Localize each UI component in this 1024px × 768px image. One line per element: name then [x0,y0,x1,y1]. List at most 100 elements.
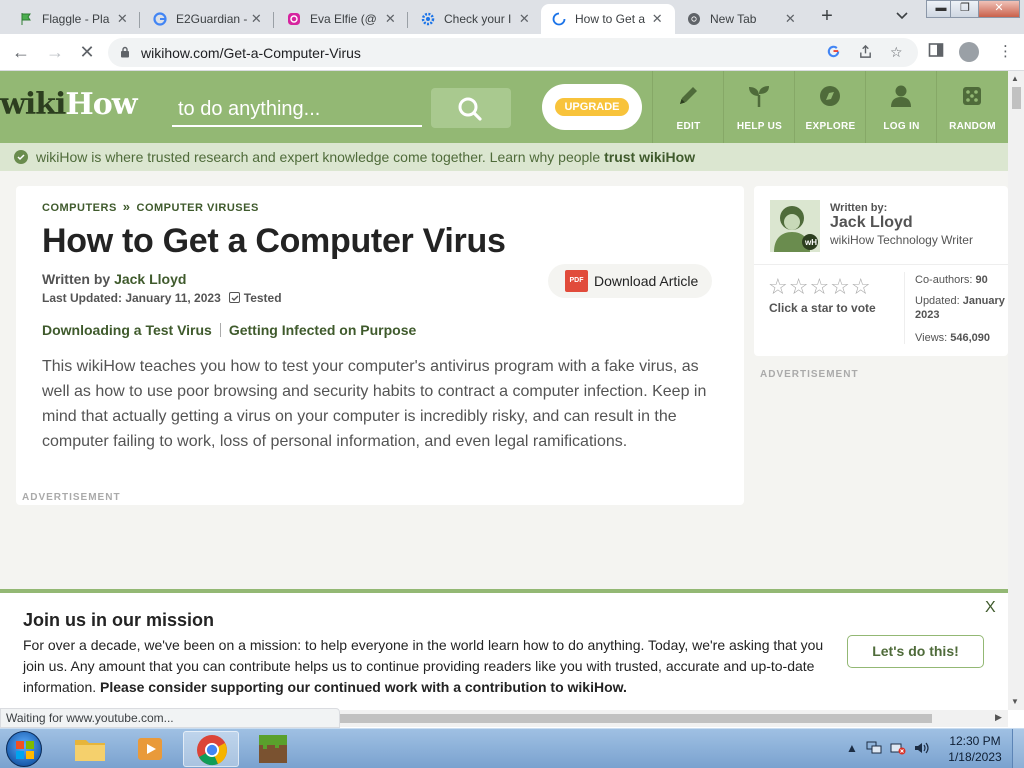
advertisement-label: ADVERTISEMENT [760,369,859,380]
breadcrumb-computers[interactable]: COMPUTERS [42,202,117,214]
article-stats: Co-authors: 90 Updated: January 2023 Vie… [915,273,1005,345]
close-icon[interactable]: ✕ [649,11,665,27]
chevron-down-icon[interactable] [896,9,908,23]
file-explorer-taskbar-icon[interactable] [62,731,118,767]
trust-link[interactable]: trust wikiHow [604,149,695,165]
close-icon[interactable]: ✕ [383,11,398,27]
tab-instagram[interactable]: Eva Elfie (@ ✕ [276,4,408,34]
tested-badge[interactable]: Tested [244,291,282,305]
nav-edit[interactable]: EDIT [652,71,723,143]
mission-body: For over a decade, we've been on a missi… [23,635,833,698]
tab-e2guardian[interactable]: E2Guardian - ✕ [142,4,274,34]
vote-label: Click a star to vote [769,301,876,315]
scroll-thumb[interactable] [1012,87,1021,109]
close-icon[interactable]: ✕ [517,11,532,27]
instagram-icon [286,11,302,27]
author-avatar[interactable]: wH [770,200,820,252]
search-button[interactable] [431,88,511,128]
browser-toolbar: ← → ✕ wikihow.com/Get-a-Computer-Virus ☆… [0,34,1024,71]
method-link-infected[interactable]: Getting Infected on Purpose [229,322,416,338]
article-intro: This wikiHow teaches you how to test you… [42,358,707,450]
compass-icon [820,86,840,106]
close-banner-button[interactable]: X [985,599,996,617]
checkmark-icon [14,150,28,164]
lock-icon[interactable] [120,46,130,58]
written-by-label: Written by [42,271,115,287]
tab-check[interactable]: Check your I ✕ [410,4,542,34]
author-name[interactable]: Jack Lloyd [830,214,913,232]
logo-how: How [65,87,137,122]
author-link[interactable]: Jack Lloyd [114,271,186,287]
written-by-label: Written by: [830,202,888,214]
chrome-taskbar-icon[interactable] [183,731,239,767]
volume-icon[interactable] [914,741,930,758]
system-clock[interactable]: 12:30 PM 1/18/2023 [945,733,1005,765]
download-label: Download Article [594,273,699,289]
breadcrumb: COMPUTERS » COMPUTER VIRUSES [42,199,259,214]
breadcrumb-computer-viruses[interactable]: COMPUTER VIRUSES [137,202,259,214]
restore-button[interactable]: ❐ [950,0,980,18]
nav-help-us-label: HELP US [736,121,783,132]
side-panel-icon[interactable] [928,42,944,62]
tab-title: New Tab [710,12,757,26]
nav-explore[interactable]: EXPLORE [794,71,865,143]
window-close-button[interactable]: ✕ [978,0,1020,18]
sprout-icon [749,86,769,107]
search-icon [458,97,482,121]
nav-random[interactable]: RANDOM [936,71,1007,143]
profile-avatar-icon[interactable] [959,42,979,62]
tab-flaggle[interactable]: Flaggle - Pla ✕ [8,4,140,34]
mission-title: Join us in our mission [23,610,215,630]
close-icon[interactable]: ✕ [783,11,798,27]
upgrade-button[interactable]: UPGRADE [542,84,642,130]
method-link-test-virus[interactable]: Downloading a Test Virus [42,322,212,338]
pdf-icon: PDF [565,270,588,292]
scroll-thumb[interactable] [340,714,932,723]
tray-icon[interactable] [866,741,882,758]
download-article-button[interactable]: PDF Download Article [548,264,712,298]
forward-button[interactable]: → [44,42,66,64]
start-button[interactable] [6,731,42,767]
menu-dots-icon[interactable]: ⋮ [998,42,1013,60]
clock-time: 12:30 PM [949,734,1001,748]
windows-taskbar: ▲ 12:30 PM 1/18/2023 [0,728,1024,768]
scroll-right-icon[interactable]: ▶ [995,712,1002,723]
vertical-scrollbar[interactable]: ▲ ▼ [1008,71,1024,710]
share-icon[interactable] [858,44,873,62]
show-desktop-button[interactable] [1012,729,1024,768]
tab-title: How to Get a [575,12,646,26]
bookmark-star-icon[interactable]: ☆ [890,44,903,61]
tab-how-to-get[interactable]: How to Get a ✕ [541,4,675,34]
contribute-button[interactable]: Let's do this! [847,635,984,668]
minecraft-taskbar-icon[interactable] [245,731,301,767]
mission-text-bold: Please consider supporting our continued… [100,679,627,695]
tab-title: Flaggle - Pla [42,12,110,26]
stop-button[interactable]: ✕ [76,42,98,64]
last-updated-text: Last Updated: January 11, 2023 [42,291,221,305]
scroll-up-icon[interactable]: ▲ [1011,74,1019,83]
nav-help-us[interactable]: HELP US [723,71,794,143]
search-input[interactable]: to do anything... [172,95,422,127]
author-card: wH Written by: Jack Lloyd wikiHow Techno… [754,186,1008,356]
scroll-down-icon[interactable]: ▼ [1011,697,1019,706]
loading-icon [551,11,567,27]
horizontal-scrollbar[interactable]: ▶ [340,710,1008,727]
media-player-taskbar-icon[interactable] [122,731,178,767]
gear-icon [420,11,436,27]
tab-new-tab[interactable]: New Tab ✕ [676,4,808,34]
address-bar[interactable]: wikihow.com/Get-a-Computer-Virus ☆ [108,38,918,67]
google-icon [152,11,168,27]
close-icon[interactable]: ✕ [249,11,264,27]
google-lens-icon[interactable] [826,44,841,62]
nav-log-in[interactable]: LOG IN [865,71,936,143]
wikihow-logo[interactable]: wikiHow [0,87,138,122]
tray-expand-icon[interactable]: ▲ [846,741,858,755]
new-tab-button[interactable]: + [816,6,838,28]
nav-explore-label: EXPLORE [805,121,856,132]
chrome-icon [686,11,702,27]
network-warning-icon[interactable] [890,741,906,758]
back-button[interactable]: ← [10,42,32,64]
coauthors-count[interactable]: 90 [976,274,988,286]
close-icon[interactable]: ✕ [115,11,130,27]
star-rating[interactable]: ☆☆☆☆☆ [768,274,872,300]
